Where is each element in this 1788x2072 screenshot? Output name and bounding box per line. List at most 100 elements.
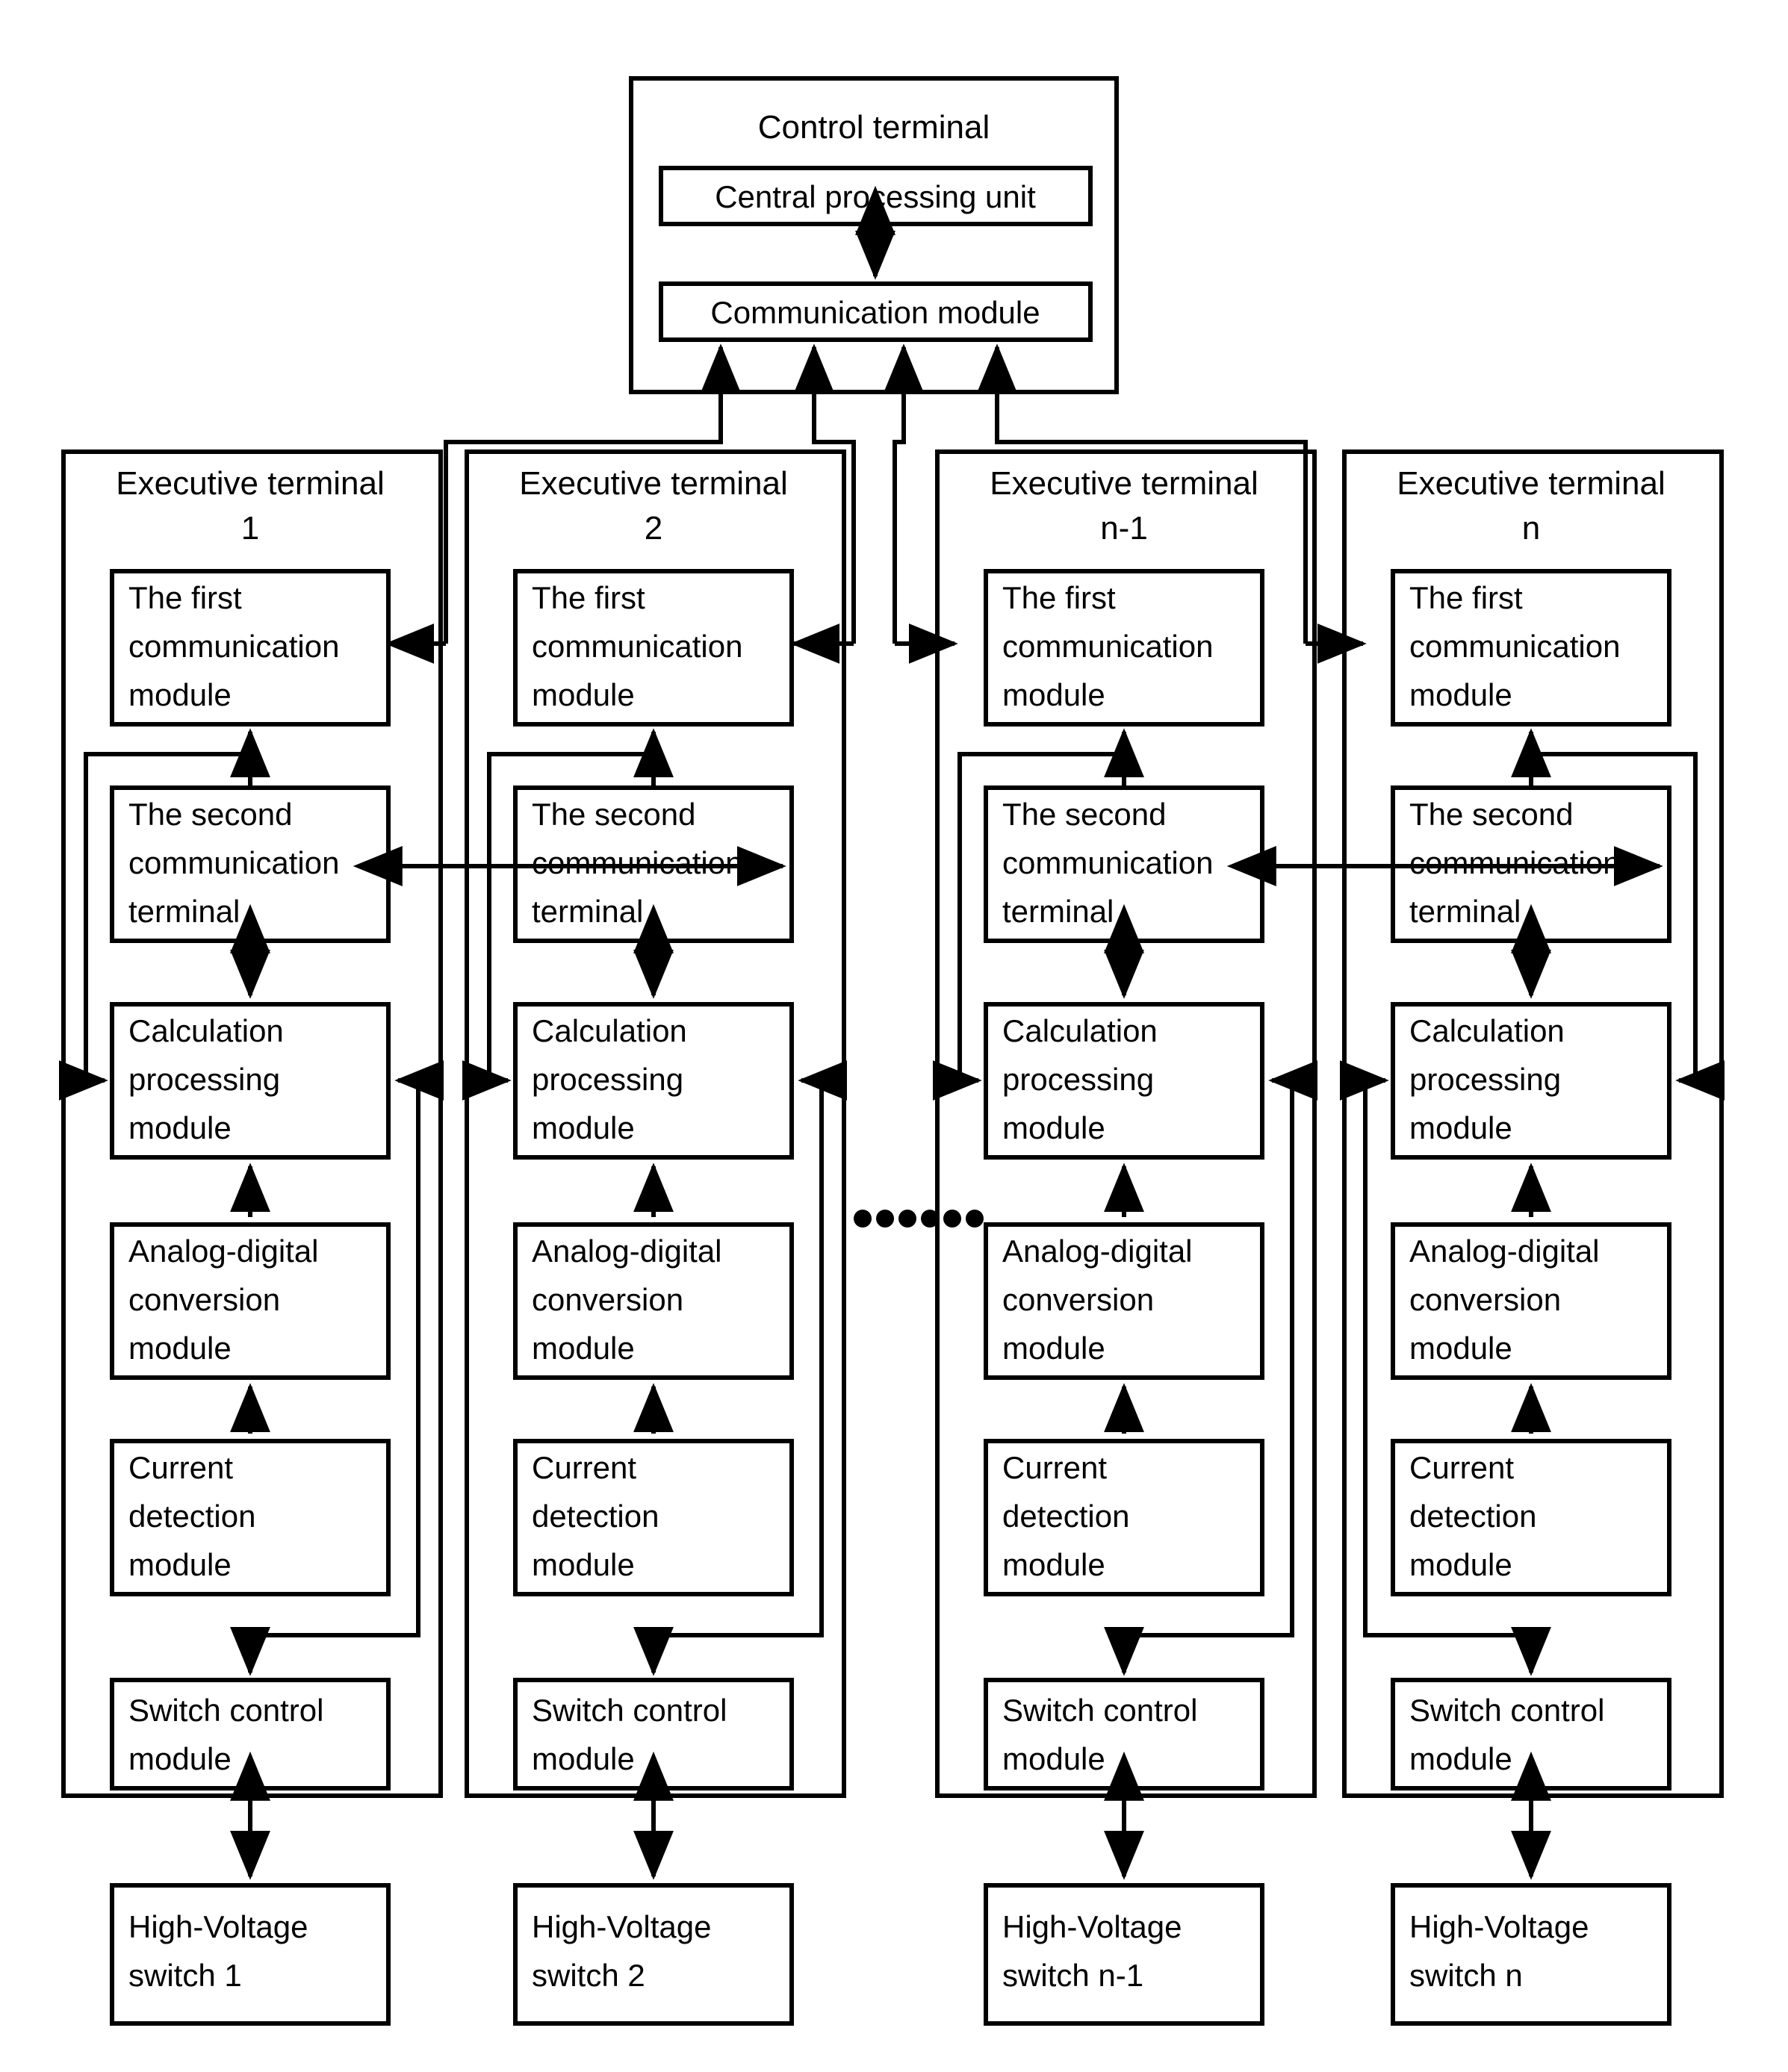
t1-first-comm-line3: module	[128, 677, 232, 712]
route-comm-to-tn1	[893, 418, 906, 644]
tn-switch-line1: Switch control	[1409, 1693, 1604, 1728]
tn-hv-line2: switch n	[1409, 1958, 1523, 1993]
t1-second-comm-line2: communication	[128, 845, 339, 880]
tn1-current-line3: module	[1002, 1547, 1105, 1582]
tn-adc-line2: conversion	[1409, 1282, 1561, 1317]
t2-switch-line2: module	[532, 1741, 635, 1776]
tn1-second-comm-line2: communication	[1002, 845, 1213, 880]
t1-first-comm-line1: The first	[128, 580, 242, 615]
t2-first-comm-line2: communication	[532, 629, 742, 664]
control-terminal-label: Control terminal	[758, 109, 990, 146]
t1-second-comm-line1: The second	[128, 797, 292, 832]
t2-calc-line3: module	[532, 1110, 635, 1145]
tn1-adc-line2: conversion	[1002, 1282, 1154, 1317]
tn-first-comm-line2: communication	[1409, 629, 1620, 664]
tn1-first-comm-line2: communication	[1002, 629, 1213, 664]
t1-switch-line2: module	[128, 1741, 232, 1776]
tn-adc-line3: module	[1409, 1331, 1512, 1366]
tn1-first-comm-line1: The first	[1002, 580, 1116, 615]
communication-module-label: Communication module	[710, 295, 1040, 330]
t2-hv-line1: High-Voltage	[532, 1909, 712, 1944]
tn-second-comm-line1: The second	[1409, 797, 1573, 832]
tn1-hv-line2: switch n-1	[1002, 1958, 1143, 1993]
ellipsis-dot-1	[854, 1210, 872, 1228]
diagram-canvas: Control terminal Central processing unit…	[0, 0, 1788, 2072]
t2-second-comm-line3: terminal	[532, 894, 643, 929]
tn1-calc-line2: processing	[1002, 1062, 1154, 1097]
t1-second-comm-line3: terminal	[128, 894, 240, 929]
t2-hv-line2: switch 2	[532, 1958, 645, 1993]
executive-terminal-2-title-line1: Executive terminal	[519, 465, 787, 502]
tn-first-comm-line1: The first	[1409, 580, 1523, 615]
executive-terminal-n-1-title-line2: n-1	[1100, 510, 1148, 547]
tn1-calc-line3: module	[1002, 1110, 1105, 1145]
tn1-first-comm-line3: module	[1002, 677, 1105, 712]
t2-calc-line1: Calculation	[532, 1013, 687, 1048]
t2-current-line1: Current	[532, 1450, 636, 1485]
t1-current-line3: module	[128, 1547, 232, 1582]
t2-current-line2: detection	[532, 1499, 659, 1534]
tn1-switch-line2: module	[1002, 1741, 1105, 1776]
t1-adc-line1: Analog-digital	[128, 1233, 319, 1269]
t1-calc-line2: processing	[128, 1062, 280, 1097]
tn-current-line2: detection	[1409, 1499, 1536, 1534]
executive-terminal-2-group: Executive terminal 2 The first communica…	[462, 449, 848, 2026]
tn-first-comm-line3: module	[1409, 677, 1512, 712]
executive-terminal-1-group: Executive terminal 1 The first communica…	[58, 449, 444, 2026]
executive-terminal-1-title-line1: Executive terminal	[116, 465, 384, 502]
t1-high-voltage-switch-box[interactable]	[110, 1883, 391, 2026]
tn1-adc-line3: module	[1002, 1331, 1105, 1366]
tn1-high-voltage-switch-box[interactable]	[984, 1883, 1264, 2026]
executive-terminal-n-group: Executive terminal n The first communica…	[1339, 449, 1725, 2026]
t2-high-voltage-switch-box[interactable]	[513, 1883, 794, 2026]
tn1-switch-line1: Switch control	[1002, 1693, 1197, 1728]
tn-current-line3: module	[1409, 1547, 1512, 1582]
t2-second-comm-line1: The second	[532, 797, 695, 832]
executive-terminal-n-title-line1: Executive terminal	[1397, 465, 1665, 502]
control-terminal-group: Control terminal Central processing unit…	[629, 76, 1119, 394]
t1-adc-line2: conversion	[128, 1282, 280, 1317]
executive-terminal-n-1-title-line1: Executive terminal	[990, 465, 1258, 502]
executive-terminal-n-title-line2: n	[1522, 510, 1540, 547]
tn1-second-comm-line3: terminal	[1002, 894, 1114, 929]
t2-first-comm-line1: The first	[532, 580, 645, 615]
t2-current-line3: module	[532, 1547, 635, 1582]
tn-calc-line3: module	[1409, 1110, 1512, 1145]
t2-switch-line1: Switch control	[532, 1693, 727, 1728]
tn-current-line1: Current	[1409, 1450, 1514, 1485]
tn1-current-line1: Current	[1002, 1450, 1107, 1485]
tn-calc-line1: Calculation	[1409, 1013, 1565, 1048]
tn-high-voltage-switch-box[interactable]	[1391, 1883, 1671, 2026]
ellipsis-dot-4	[921, 1210, 939, 1228]
t2-adc-line3: module	[532, 1331, 635, 1366]
tn1-hv-line1: High-Voltage	[1002, 1909, 1182, 1944]
tn1-second-comm-line1: The second	[1002, 797, 1166, 832]
t2-calc-line2: processing	[532, 1062, 683, 1097]
system-block-diagram: Control terminal Central processing unit…	[58, 76, 1725, 2026]
t1-first-comm-line2: communication	[128, 629, 339, 664]
t2-second-comm-line2: communication	[532, 845, 742, 880]
t1-switch-line1: Switch control	[128, 1693, 323, 1728]
tn1-calc-line1: Calculation	[1002, 1013, 1158, 1048]
tn-second-comm-line2: communication	[1409, 845, 1620, 880]
executive-terminal-2-title-line2: 2	[645, 510, 662, 547]
central-processing-unit-label: Central processing unit	[715, 179, 1036, 214]
tn-second-comm-line3: terminal	[1409, 894, 1521, 929]
tn-adc-line1: Analog-digital	[1409, 1233, 1600, 1269]
t2-adc-line2: conversion	[532, 1282, 683, 1317]
t1-hv-line1: High-Voltage	[128, 1909, 308, 1944]
tn1-adc-line1: Analog-digital	[1002, 1233, 1193, 1269]
tn-switch-line2: module	[1409, 1741, 1512, 1776]
tn-calc-line2: processing	[1409, 1062, 1561, 1097]
t1-current-line1: Current	[128, 1450, 233, 1485]
t1-current-line2: detection	[128, 1499, 255, 1534]
t2-first-comm-line3: module	[532, 677, 635, 712]
t1-calc-line1: Calculation	[128, 1013, 284, 1048]
ellipsis-dot-6	[966, 1210, 984, 1228]
t1-calc-line3: module	[128, 1110, 232, 1145]
ellipsis-dot-2	[876, 1210, 894, 1228]
ellipsis-dot-3	[898, 1210, 916, 1228]
ellipsis-group	[854, 1210, 984, 1228]
ellipsis-dot-5	[943, 1210, 961, 1228]
t2-adc-line1: Analog-digital	[532, 1233, 722, 1269]
